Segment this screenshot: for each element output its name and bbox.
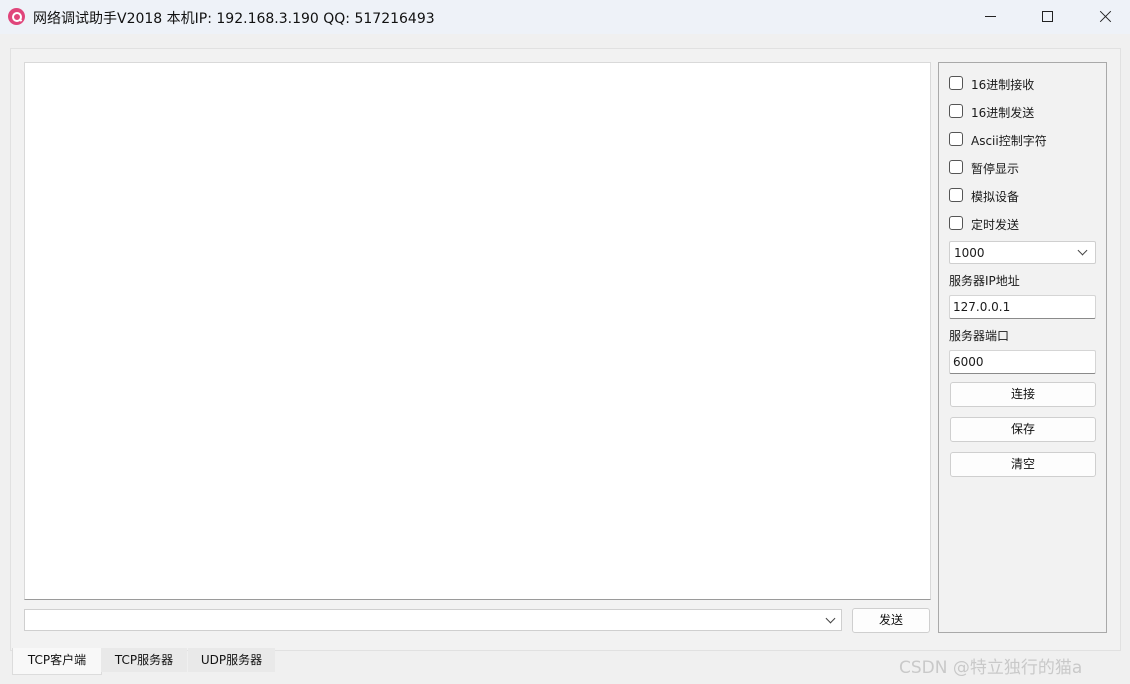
server-ip-label: 服务器IP地址 (949, 274, 1020, 288)
checkbox-label: 16进制接收 (971, 78, 1035, 92)
server-ip-field[interactable]: 127.0.0.1 (949, 295, 1096, 319)
title-bar: 网络调试助手V2018 本机IP: 192.168.3.190 QQ: 5172… (0, 0, 1130, 34)
checkbox-label: 暂停显示 (971, 162, 1020, 176)
tab-udp-server[interactable]: UDP服务器 (188, 648, 275, 672)
interval-select[interactable]: 1000 (949, 241, 1096, 264)
server-port-label: 服务器端口 (949, 329, 1010, 343)
clear-button[interactable]: 清空 (950, 452, 1096, 477)
chevron-down-icon[interactable] (1077, 245, 1088, 256)
checkbox-label: Ascii控制字符 (971, 134, 1047, 148)
checkbox-box[interactable] (949, 76, 963, 90)
tab-tcp-client[interactable]: TCP客户端 (12, 648, 102, 675)
receive-textarea[interactable] (24, 62, 931, 600)
send-button[interactable]: 发送 (852, 608, 930, 633)
send-input-combo[interactable] (24, 609, 842, 631)
checkbox-box[interactable] (949, 104, 963, 118)
server-port-field[interactable]: 6000 (949, 350, 1096, 374)
checkbox-box[interactable] (949, 188, 963, 202)
minimize-button[interactable] (961, 0, 1019, 34)
tab-tcp-server[interactable]: TCP服务器 (101, 648, 187, 672)
checkbox-box[interactable] (949, 132, 963, 146)
save-button[interactable]: 保存 (950, 417, 1096, 442)
watermark: CSDN @特立独行的猫a (899, 658, 1083, 678)
interval-value: 1000 (954, 246, 985, 260)
maximize-button[interactable] (1018, 0, 1076, 34)
close-button[interactable] (1076, 0, 1130, 34)
checkbox-box[interactable] (949, 216, 963, 230)
checkbox-label: 模拟设备 (971, 190, 1020, 204)
checkbox-label: 16进制发送 (971, 106, 1035, 120)
window-title: 网络调试助手V2018 本机IP: 192.168.3.190 QQ: 5172… (33, 11, 435, 27)
app-icon (8, 8, 25, 25)
checkbox-box[interactable] (949, 160, 963, 174)
connect-button[interactable]: 连接 (950, 382, 1096, 407)
chevron-down-icon[interactable] (825, 613, 836, 624)
checkbox-label: 定时发送 (971, 218, 1020, 232)
